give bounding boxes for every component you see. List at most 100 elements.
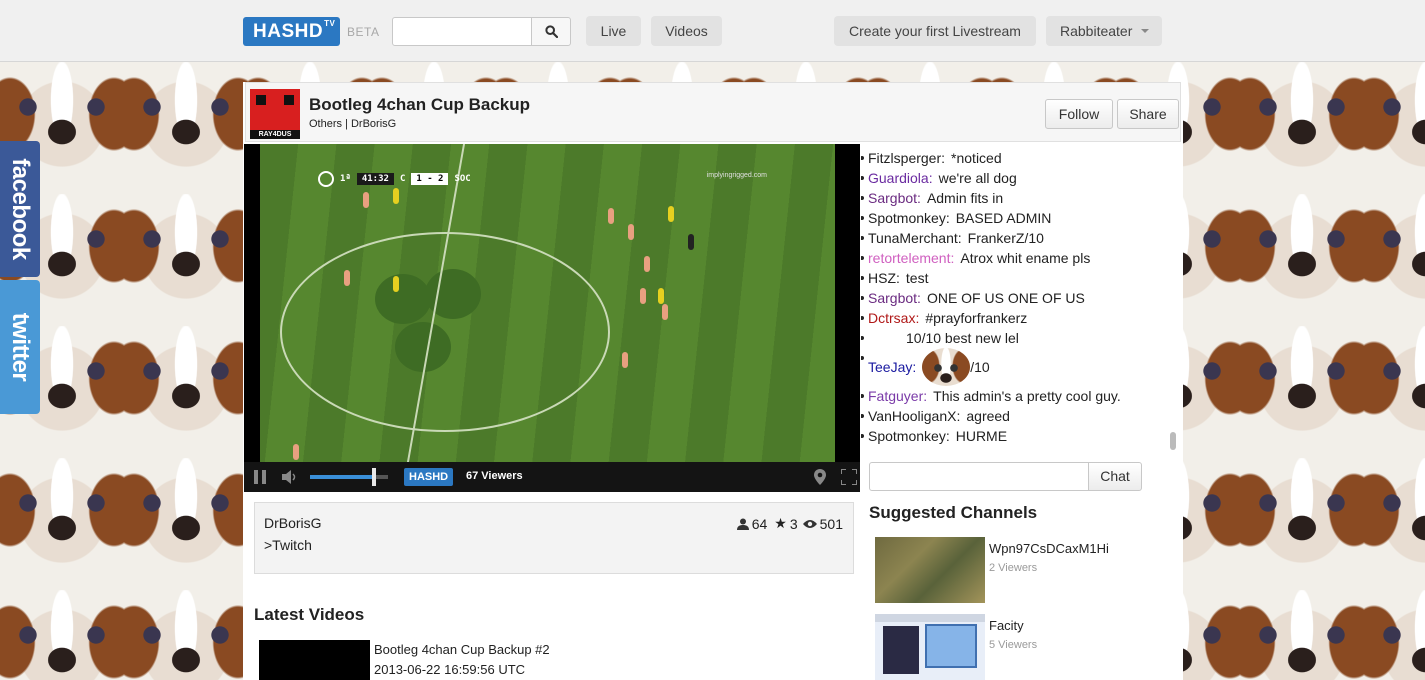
nav-live-button[interactable]: Live xyxy=(586,16,641,46)
chat-username[interactable]: Spotmonkey: xyxy=(868,210,950,226)
suggested-channel-thumbnail[interactable] xyxy=(875,537,985,603)
chat-text: *noticed xyxy=(951,150,1002,166)
chat-text: HURME xyxy=(955,428,1008,444)
player-figure xyxy=(293,444,299,460)
chat-message: VanHooliganX: agreed xyxy=(861,406,1167,426)
top-navbar: HASHDTV BETA Live Videos Create your fir… xyxy=(0,0,1425,62)
video-watermark: implyingrigged.com xyxy=(706,172,767,179)
create-livestream-button[interactable]: Create your first Livestream xyxy=(834,16,1036,46)
latest-videos-heading: Latest Videos xyxy=(254,605,365,624)
twitter-share-tab[interactable]: twitter xyxy=(0,280,40,414)
chat-username[interactable]: Guardiola: xyxy=(868,170,933,186)
chat-text: BASED ADMIN xyxy=(955,210,1052,226)
volume-handle[interactable] xyxy=(372,468,376,486)
video-title[interactable]: Bootleg 4chan Cup Backup #2 xyxy=(374,642,550,657)
facebook-share-tab[interactable]: facebook xyxy=(0,141,40,277)
avatar-ear-shape xyxy=(256,95,266,105)
chat-message: 10/10 best new lel xyxy=(861,328,1167,348)
chat-message: Spotmonkey: HURME xyxy=(861,426,1167,446)
channel-info-box: DrBorisG >Twitch 64 ★ 3 501 xyxy=(254,502,854,574)
chat-text: 10/10 best new lel xyxy=(906,330,1019,346)
player-logo[interactable]: HASHD xyxy=(404,468,454,486)
player-figure xyxy=(393,276,399,292)
follow-button[interactable]: Follow xyxy=(1045,99,1113,129)
volume-icon[interactable] xyxy=(282,470,300,484)
twitter-label: twitter xyxy=(7,312,34,382)
player-figure xyxy=(363,192,369,208)
volume-level xyxy=(310,475,374,479)
chat-username[interactable]: HSZ: xyxy=(868,270,900,286)
search-icon xyxy=(544,25,558,38)
chat-username[interactable]: TunaMerchant: xyxy=(868,230,962,246)
chat-send-button[interactable]: Chat xyxy=(1088,462,1142,491)
player-figure xyxy=(608,208,614,224)
scoreboard: 1ª 41:32 C 1 - 2 SOC xyxy=(318,170,471,187)
volume-slider[interactable] xyxy=(310,475,388,479)
scoreboard-home: C xyxy=(399,173,406,184)
chat-username[interactable]: TeeJay: xyxy=(868,348,916,386)
user-icon xyxy=(736,518,749,530)
chat-text: This admin's a pretty cool guy. xyxy=(933,388,1121,404)
scoreboard-score: 1 - 2 xyxy=(411,172,449,185)
video-player[interactable]: 1ª 41:32 C 1 - 2 SOC implyingrigged.com xyxy=(244,144,860,492)
chat-username[interactable]: retortelement: xyxy=(868,250,954,266)
nav-videos-button[interactable]: Videos xyxy=(651,16,722,46)
chat-input[interactable] xyxy=(869,462,1089,491)
hashd-logo[interactable]: HASHDTV xyxy=(243,17,340,46)
channel-description: >Twitch xyxy=(264,537,312,553)
channel-avatar[interactable]: RAY4DUS xyxy=(250,89,300,139)
suggested-channel-thumbnail[interactable] xyxy=(875,614,985,680)
suggested-channel-name[interactable]: Wpn97CsDCaxM1Hi xyxy=(989,541,1109,556)
chat-messages[interactable]: Fitzlsperger: *noticed Guardiola: we're all… xyxy=(861,144,1167,457)
chat-username[interactable]: Sargbot: xyxy=(868,290,921,306)
chat-username[interactable]: VanHooliganX: xyxy=(868,408,960,424)
scoreboard-away: SOC xyxy=(454,173,471,184)
beta-label: BETA xyxy=(347,25,380,39)
chat-message: retortelement: Atrox whit ename pls xyxy=(861,248,1167,268)
pause-icon[interactable] xyxy=(254,470,266,484)
chat-username[interactable]: Sargbot: xyxy=(868,190,921,206)
chat-text: we're all dog xyxy=(938,170,1017,186)
player-figure xyxy=(688,234,694,250)
chat-scroll-thumb[interactable] xyxy=(1170,432,1176,450)
chat-username[interactable]: Fatguyer: xyxy=(868,388,927,404)
chat-username[interactable]: Dctrsax: xyxy=(868,310,919,326)
user-menu-button[interactable]: Rabbiteater xyxy=(1046,16,1162,46)
channel-owner[interactable]: DrBorisG xyxy=(264,515,322,531)
chat-message: Fitzlsperger: *noticed xyxy=(861,148,1167,168)
player-figure xyxy=(644,256,650,272)
search-button[interactable] xyxy=(531,17,571,46)
player-figure xyxy=(662,304,668,320)
chat-text: ONE OF US ONE OF US xyxy=(926,290,1085,306)
follower-count: 64 xyxy=(751,515,768,532)
chat-text: agreed xyxy=(966,408,1010,424)
caret-down-icon xyxy=(1141,29,1149,33)
share-button[interactable]: Share xyxy=(1117,99,1179,129)
suggested-channels-heading: Suggested Channels xyxy=(869,503,1038,522)
player-figure xyxy=(344,270,350,286)
player-controls: HASHD 67 Viewers xyxy=(244,462,860,492)
player-figure xyxy=(622,352,628,368)
search-input[interactable] xyxy=(392,17,532,46)
avatar-ear-shape xyxy=(284,95,294,105)
chat-text: /10 xyxy=(970,359,990,375)
video-thumbnail[interactable] xyxy=(259,640,370,680)
chat-text: Admin fits in xyxy=(926,190,1004,206)
channel-subtitle[interactable]: Others | DrBorisG xyxy=(309,118,396,130)
map-pin-icon[interactable] xyxy=(814,469,826,485)
scoreboard-time: 41:32 xyxy=(356,172,394,185)
user-name: Rabbiteater xyxy=(1060,23,1133,39)
suggested-channel-name[interactable]: Facity xyxy=(989,618,1024,633)
chat-message: HSZ: test xyxy=(861,268,1167,288)
channel-title: Bootleg 4chan Cup Backup xyxy=(309,95,531,114)
chat-panel: Fitzlsperger: *noticed Guardiola: we're all… xyxy=(861,144,1181,492)
chat-username[interactable]: Fitzlsperger: xyxy=(868,150,945,166)
video-frame: 1ª 41:32 C 1 - 2 SOC implyingrigged.com xyxy=(260,144,835,462)
chat-message: TunaMerchant: FrankerZ/10 xyxy=(861,228,1167,248)
star-count: 3 xyxy=(789,515,798,532)
chat-scrollbar[interactable] xyxy=(1170,144,1176,457)
chat-username[interactable]: Spotmonkey: xyxy=(868,428,950,444)
fullscreen-icon[interactable] xyxy=(841,469,857,485)
chat-message: TeeJay: /10 xyxy=(861,348,1167,386)
channel-stats: 64 ★ 3 501 xyxy=(736,515,843,532)
